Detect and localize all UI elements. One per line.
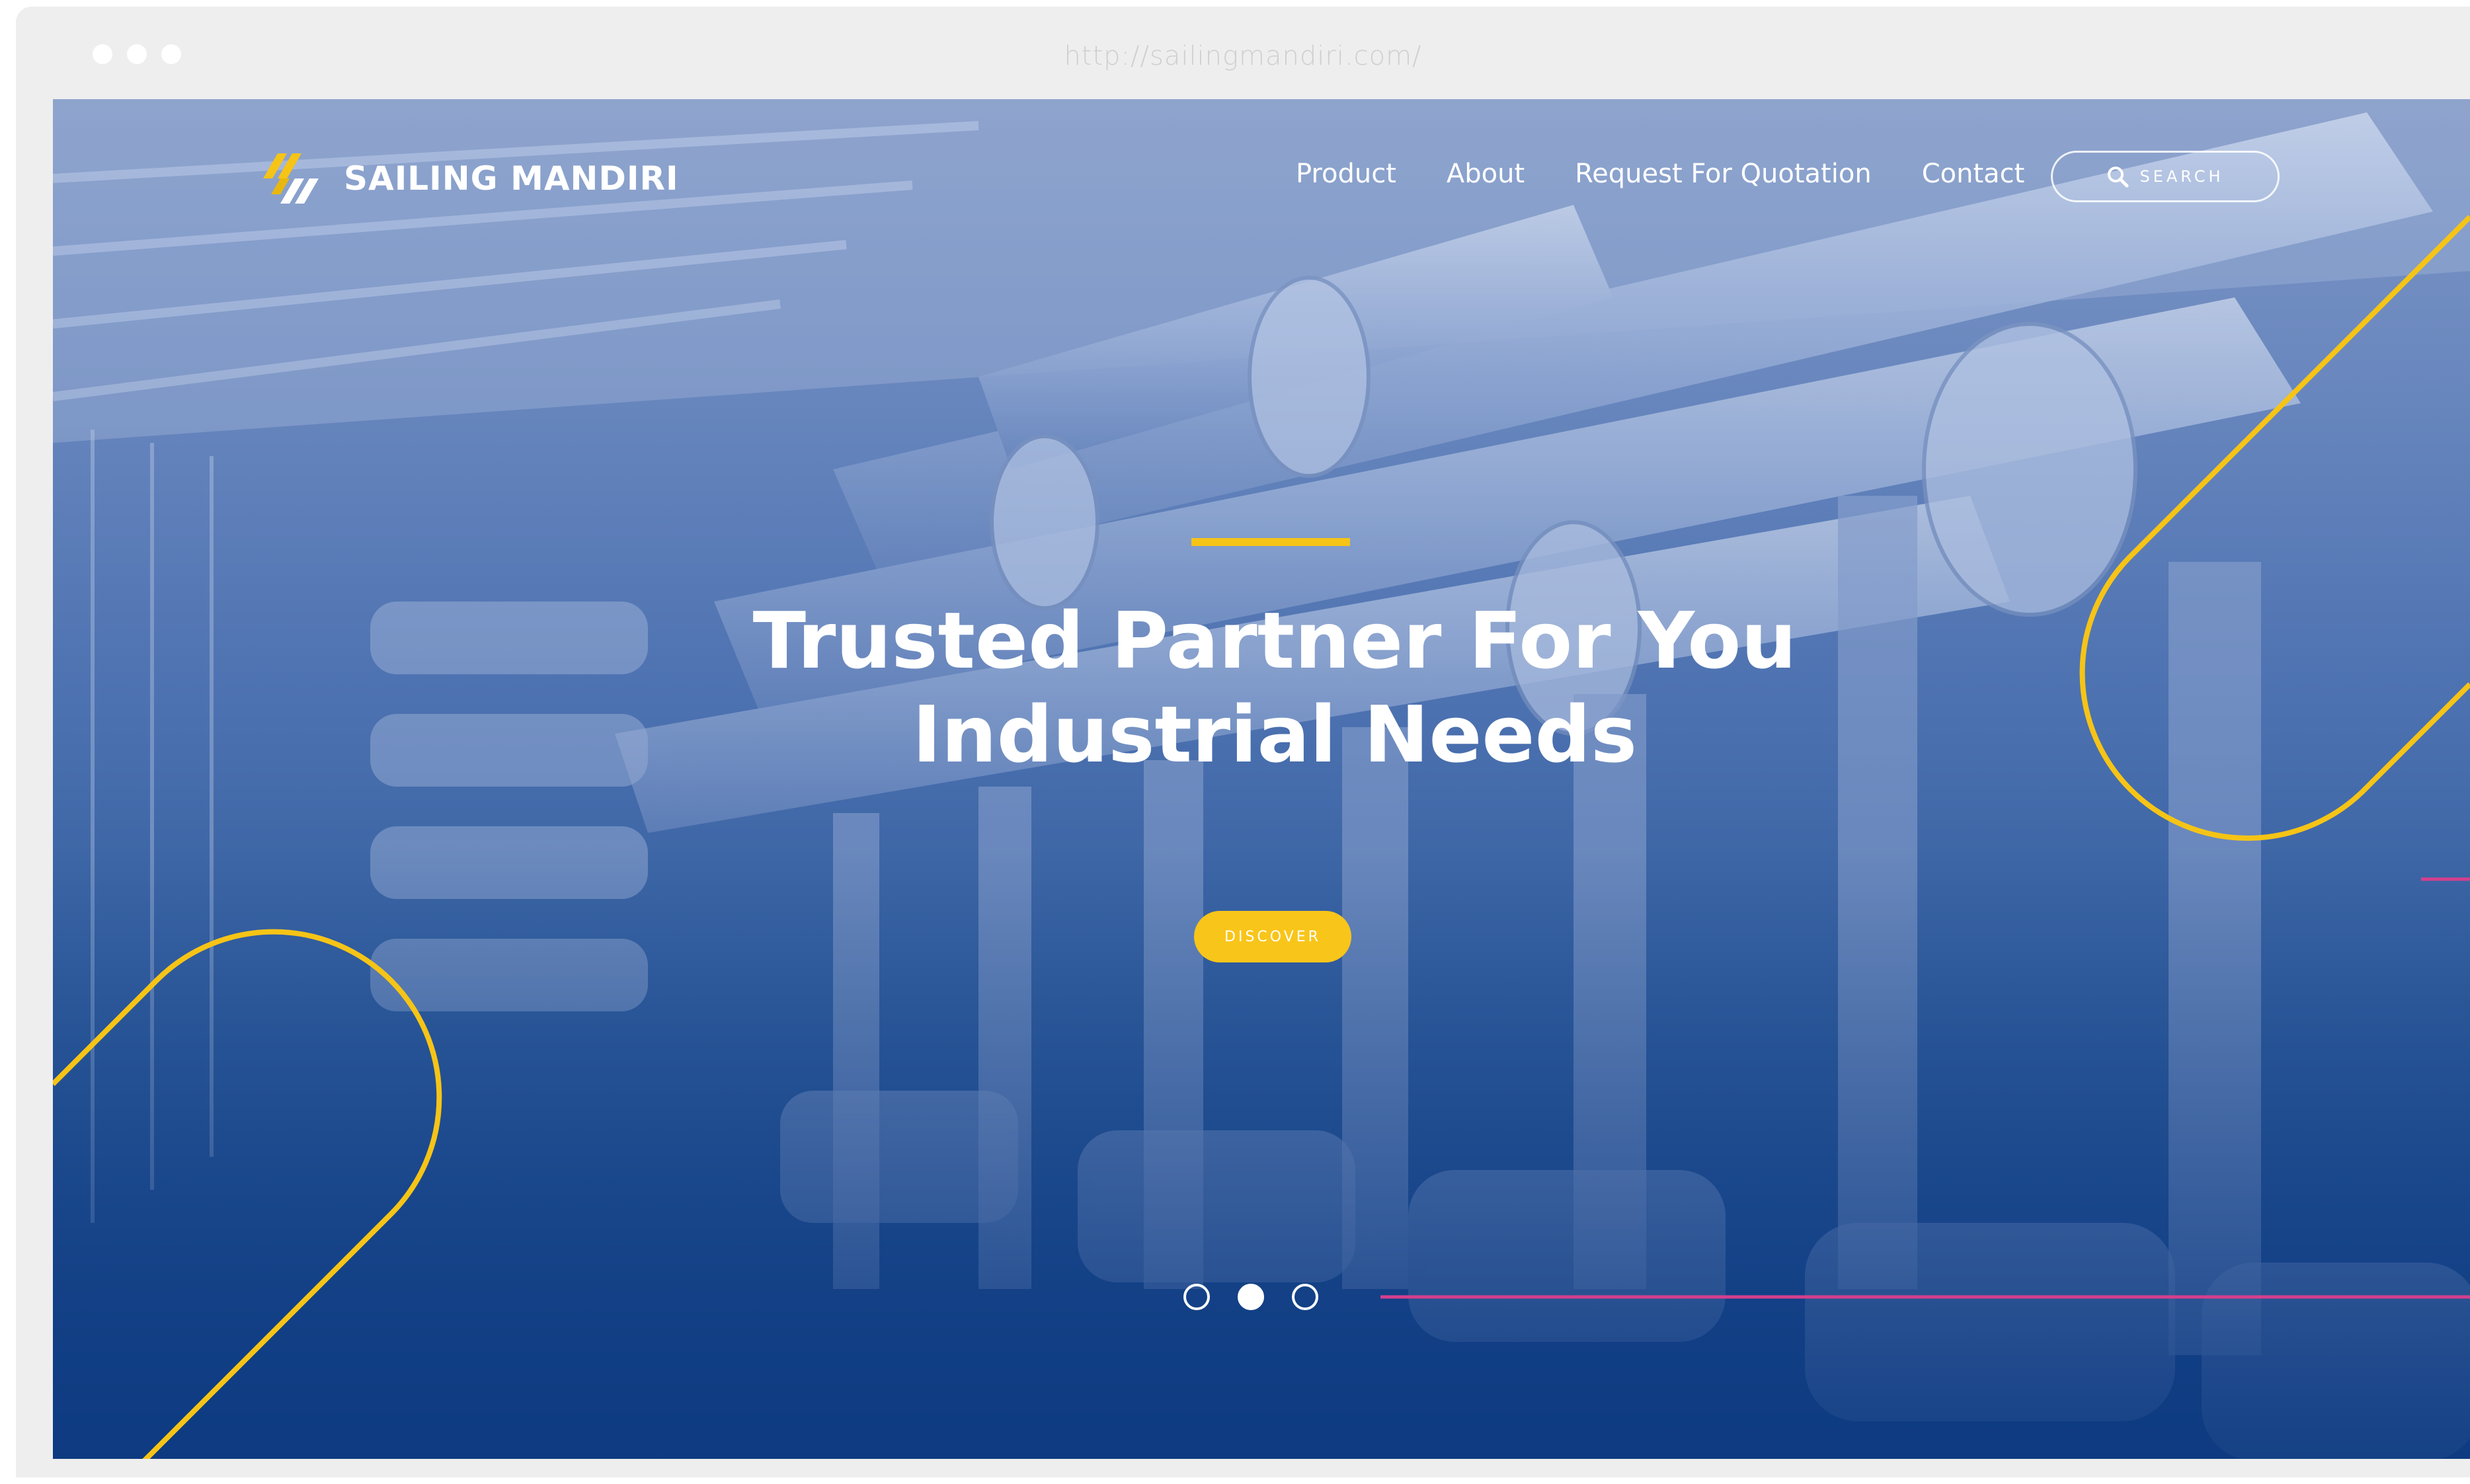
hero-accent-rule xyxy=(1191,538,1350,546)
discover-button[interactable]: DISCOVER xyxy=(1194,911,1351,962)
page-viewport: SAILING MANDIRI Product About Request Fo… xyxy=(53,99,2470,1459)
carousel-dot-2[interactable] xyxy=(1238,1284,1264,1310)
brand-logo[interactable]: SAILING MANDIRI xyxy=(263,152,679,205)
search-icon xyxy=(2108,167,2129,188)
nav-link-about[interactable]: About xyxy=(1447,159,1525,189)
sailing-mandiri-logo-icon xyxy=(263,153,319,204)
search-label: SEARCH xyxy=(2139,167,2224,186)
browser-window: http://sailingmandiri.com/ SAILING MANDI… xyxy=(16,7,2470,1477)
brand-name: SAILING MANDIRI xyxy=(344,159,679,198)
nav-link-contact[interactable]: Contact xyxy=(1922,159,2025,189)
main-navigation: Product About Request For Quotation Cont… xyxy=(1296,159,2075,189)
address-bar-url[interactable]: http://sailingmandiri.com/ xyxy=(16,41,2470,71)
hero-title: Trusted Partner For You Industrial Needs xyxy=(600,594,1949,781)
nav-link-product[interactable]: Product xyxy=(1296,159,1396,189)
nav-link-request-for-quotation[interactable]: Request For Quotation xyxy=(1575,159,1872,189)
search-button[interactable]: SEARCH xyxy=(2051,151,2280,202)
carousel-pagination xyxy=(1183,1284,1318,1310)
hero-title-line-2: Industrial Needs xyxy=(912,689,1638,780)
carousel-dot-3[interactable] xyxy=(1292,1284,1318,1310)
hero-title-line-1: Trusted Partner For You xyxy=(752,595,1797,686)
carousel-dot-1[interactable] xyxy=(1183,1284,1210,1310)
site-header: SAILING MANDIRI Product About Request Fo… xyxy=(53,99,2470,258)
